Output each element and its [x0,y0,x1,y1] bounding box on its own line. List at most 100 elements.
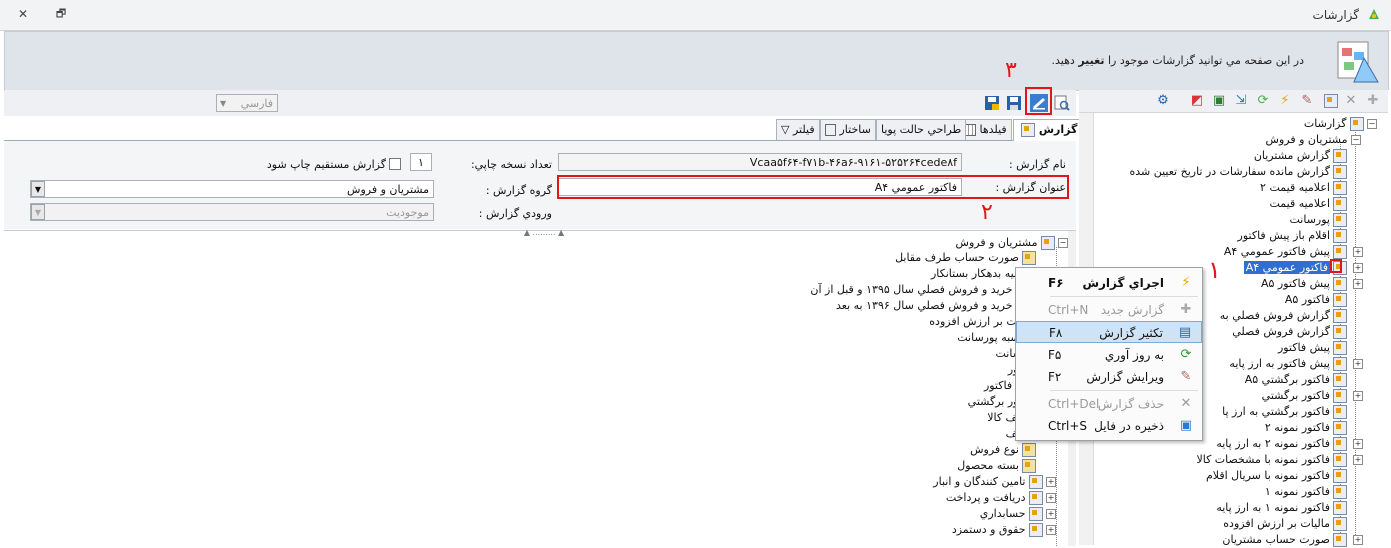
tree-item[interactable]: فاکتور A۵ [1285,292,1347,308]
tree-item[interactable]: پيش فاکتور [1278,340,1347,356]
menu-item-label: ويرايش گزارش [1086,370,1164,384]
context-menu-item[interactable]: ▣ ذخيره در فايل Ctrl+S [1016,415,1202,437]
center-tree-group-label: تامين کنندگان و انبار [933,475,1026,488]
tree-item-label: اعلاميه قيمت [1269,197,1330,210]
annotation-2: ۲ [981,200,993,225]
highlight-box-3 [1025,87,1052,115]
save-file-icon[interactable]: ▣ [1211,93,1227,109]
tree-item[interactable]: فاکتور نمونه ۱ [1265,484,1347,500]
tree-item[interactable]: ماليات بر ارزش افزوده [1223,516,1347,532]
language-select[interactable]: فارسي ▼ [216,94,278,112]
tree-item[interactable]: گزارش مشتريان [1254,148,1347,164]
tree-item[interactable]: اقلام باز پيش فاکتور [1238,228,1347,244]
tree-item-label: اعلاميه قيمت ۲ [1260,181,1330,194]
tab-filter[interactable]: فيلتر ▽ [776,119,820,140]
tree-item[interactable]: + پيش فاکتور عمومي A۴ [1223,244,1363,260]
tree-item[interactable]: + صورت حساب مشتريان [1222,532,1363,548]
import-icon[interactable]: ⇲ [1233,93,1249,109]
tree-item-label: فاکتور برگشتي [1261,389,1330,402]
context-menu-item[interactable]: ⟳ به روز آوري F۵ [1016,344,1202,366]
tree-root[interactable]: − گزارشات [1304,116,1377,132]
tree-item[interactable]: گزارش فروش فصلي به [1220,308,1347,324]
context-menu-item[interactable]: ▤ تكثير گزارش F۸ [1016,321,1202,343]
center-tree-group-label: حسابداري [979,507,1026,520]
tree-item[interactable]: اعلاميه قيمت [1269,196,1347,212]
center-tree-item[interactable]: فايل خريد و فروش فصلي سال ۱۳۹۵ و قبل از … [810,282,1036,298]
tree-item[interactable]: + فاکتور نمونه ۲ به ارز پايه [1216,436,1363,452]
center-tree-item-label: فايل خريد و فروش فصلي سال ۱۳۹۵ و قبل از … [810,283,1036,296]
menu-item-label: حذف گزارش [1097,397,1164,411]
tree-item-label: فاکتور نمونه با سريال اقلام [1205,469,1330,482]
tree-item[interactable]: + پيش فاکتور به ارز پايه [1229,356,1363,372]
context-menu-item[interactable]: ✕ حذف گزارش Ctrl+Del [1016,393,1202,415]
tree-group[interactable]: − مشتريان و فروش [1266,132,1361,148]
tree-item-label: پيش فاکتور عمومي A۴ [1223,245,1330,258]
chevron-down-icon: ▼ [31,204,45,220]
delete-icon[interactable]: ✕ [1343,93,1359,109]
export-icon[interactable]: ◩ [1189,93,1205,109]
tree-item[interactable]: گزارش فروش فصلي [1232,324,1347,340]
highlight-box-1 [1330,259,1342,273]
tree-item-label: پيش فاکتور [1277,341,1330,354]
splitter-grip[interactable]: ▲ ......... ▲ [504,228,584,237]
tree-item[interactable]: فاکتور برگشتي به ارز پا [1222,404,1347,420]
chevron-down-icon[interactable]: ▼ [31,181,45,197]
center-tree-root[interactable]: − مشتريان و فروش [956,235,1068,251]
tree-item[interactable]: اعلاميه قيمت ۲ [1260,180,1347,196]
context-menu-item[interactable]: ✎ ويرايش گزارش F۲ [1016,366,1202,388]
tree-item-label: پيش فاکتور به ارز پايه [1229,357,1330,370]
save-icon[interactable] [1006,95,1022,111]
edit-icon: ✎ [1180,369,1192,384]
tree-item[interactable]: فاکتور نمونه ۲ [1265,420,1347,436]
preview-icon[interactable] [1054,95,1070,111]
copy-report-icon[interactable] [1321,93,1338,109]
tree-item[interactable]: فاکتور نمونه با سريال اقلام [1206,468,1347,484]
tab-report[interactable]: گزارش [1013,119,1083,141]
tree-root-label: گزارشات [1303,117,1347,130]
tree-item[interactable]: فاکتور برگشتي A۵ [1245,372,1347,388]
tab-structure-label: ساختار [839,123,871,136]
edit-icon[interactable]: ✎ [1299,93,1315,109]
tree-group-label: مشتريان و فروش [1265,133,1348,146]
report-name-field[interactable]: Vcaa۵f۶۴-f۷۱b-۴۶a۶-۹۱۶۱-۵۲۵۲۶۴cede۸f [558,153,962,171]
language-value: فارسي [240,97,273,110]
direct-print-checkbox[interactable] [389,158,401,170]
center-tree-item[interactable]: نوع فروش [970,442,1036,458]
context-menu-item[interactable]: ⚡ اجراي گزارش F۶ [1016,272,1202,294]
tree-item-label: گزارش مانده سفارشات در تاريخ تعيين شده [1129,165,1330,178]
center-tree-item[interactable]: صورت حساب طرف مقابل [895,250,1036,266]
center-tree-group[interactable]: + حقوق و دستمزد [952,522,1056,538]
menu-item-label: تكثير گزارش [1099,326,1163,340]
center-tree-group[interactable]: + تامين کنندگان و انبار [933,474,1056,490]
wrench-icon[interactable]: ⚙ [1155,93,1171,109]
tree-item[interactable]: + پيش فاکتور A۵ [1261,276,1363,292]
restore-window-button[interactable]: 🗗 [52,5,70,23]
header-panel: در اين صفحه مي توانيد گزارشات موجود را ت… [4,31,1389,91]
lightning-icon[interactable]: ⚡ [1277,93,1293,109]
tree-item[interactable]: + فاکتور نمونه با مشخصات کالا [1196,452,1363,468]
tree-item[interactable]: + فاکتور برگشتي [1261,388,1363,404]
refresh-icon[interactable]: ⟳ [1255,93,1271,109]
tab-report-label: گزارش [1038,123,1078,136]
tree-item[interactable]: فاکتور نمونه ۱ به ارز پايه [1216,500,1347,516]
tab-dynamic-design[interactable]: طراحي حالت پويا [876,119,967,140]
menu-item-shortcut: Ctrl+N [1048,303,1089,317]
copies-field[interactable]: ۱ [410,153,432,171]
close-window-button[interactable]: ✕ [14,5,32,23]
plus-icon[interactable]: ✚ [1365,93,1381,109]
menu-item-shortcut: F۸ [1049,326,1063,340]
tab-structure[interactable]: ساختار [820,119,876,140]
input-select[interactable]: موجوديت [30,203,434,221]
tree-item[interactable]: پورسانت [1290,212,1347,228]
center-tree-group[interactable]: + حسابداري [980,506,1056,522]
save-as-icon[interactable] [984,95,1000,111]
tree-item-label: فاکتور نمونه ۲ به ارز پايه [1216,437,1330,450]
tree-item[interactable]: گزارش مانده سفارشات در تاريخ تعيين شده [1129,164,1347,180]
center-tree-item[interactable]: بسته محصول [957,458,1036,474]
group-select[interactable]: مشتريان و فروش [30,180,434,198]
tab-fields[interactable]: فيلدها [959,119,1012,140]
center-tree-group-label: حقوق و دستمزد [951,523,1026,536]
center-tree-group[interactable]: + دريافت و پرداخت [946,490,1056,506]
center-tree-item[interactable]: فايل خريد و فروش فصلي سال ۱۳۹۶ به بعد [836,298,1036,314]
context-menu-item[interactable]: ✚ گزارش جديد Ctrl+N [1016,299,1202,321]
